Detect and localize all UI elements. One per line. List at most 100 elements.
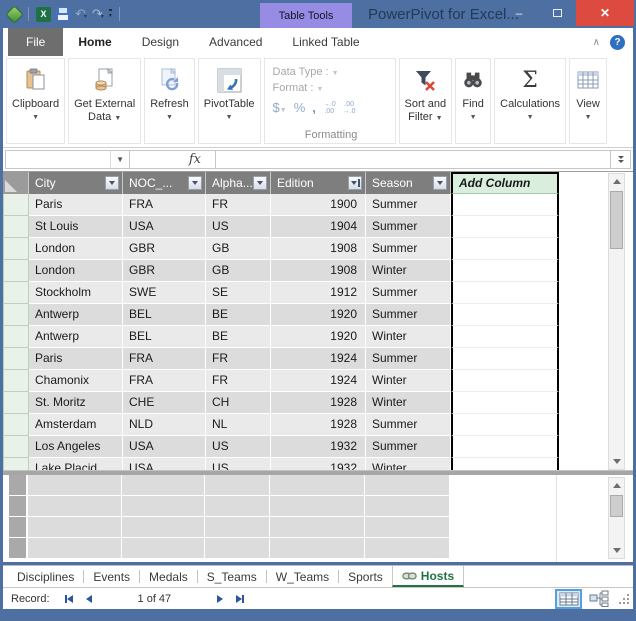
redo-button[interactable]: ↷▾ (92, 7, 104, 21)
get-external-data-button[interactable]: Get External Data ▼ (74, 62, 135, 125)
row-selector[interactable] (3, 436, 29, 458)
cell[interactable]: London (29, 260, 123, 282)
calc-row-header[interactable] (9, 496, 28, 517)
calc-cell[interactable] (365, 538, 450, 559)
column-header-noc[interactable]: NOC_... (123, 172, 206, 194)
calc-cell[interactable] (28, 517, 122, 538)
scroll-up-icon[interactable] (609, 174, 624, 189)
scroll-down-icon[interactable] (609, 543, 624, 558)
cell[interactable]: NLD (123, 414, 206, 436)
cell[interactable]: 1912 (271, 282, 366, 304)
cell[interactable]: Paris (29, 348, 123, 370)
cell[interactable]: FR (206, 348, 271, 370)
scroll-down-icon[interactable] (609, 454, 624, 469)
cell[interactable]: Paris (29, 194, 123, 216)
cell[interactable]: FRA (123, 348, 206, 370)
minimize-button[interactable]: – (500, 0, 538, 26)
cell[interactable]: USA (123, 458, 206, 470)
calc-vertical-scrollbar[interactable] (608, 477, 625, 559)
last-record-button[interactable] (231, 593, 249, 605)
cell[interactable]: CH (206, 392, 271, 414)
cell[interactable]: Lake Placid (29, 458, 123, 470)
sheet-tab-hosts[interactable]: Hosts (391, 566, 465, 587)
calc-cell[interactable] (122, 538, 205, 559)
vertical-scrollbar[interactable] (608, 173, 625, 470)
ribbon-tab-design[interactable]: Design (127, 28, 194, 56)
row-selector[interactable] (3, 370, 29, 392)
view-button[interactable]: View ▼ (575, 62, 601, 124)
filter-dropdown-icon[interactable] (253, 176, 267, 190)
calc-cell[interactable] (205, 475, 270, 496)
cell[interactable]: Summer (366, 216, 451, 238)
undo-button[interactable]: ↶▾ (75, 7, 87, 21)
calc-cell[interactable] (28, 475, 122, 496)
sheet-tab-s_teams[interactable]: S_Teams (198, 566, 266, 587)
excel-icon[interactable]: X (36, 6, 51, 22)
row-selector[interactable] (3, 392, 29, 414)
row-selector[interactable] (3, 458, 29, 470)
row-selector[interactable] (3, 260, 29, 282)
row-selector[interactable] (3, 238, 29, 260)
column-header-alpha[interactable]: Alpha... (206, 172, 271, 194)
chevron-down-icon[interactable]: ▾ (101, 14, 104, 20)
refresh-button[interactable]: Refresh ▼ (150, 62, 189, 124)
calculations-button[interactable]: Σ Calculations ▼ (500, 62, 560, 124)
first-record-button[interactable] (60, 593, 78, 605)
cell[interactable]: Amsterdam (29, 414, 123, 436)
sheet-tab-medals[interactable]: Medals (140, 566, 197, 587)
sheet-tab-sports[interactable]: Sports (339, 566, 392, 587)
calc-row-header[interactable] (9, 538, 28, 559)
column-header-edition[interactable]: Edition (271, 172, 366, 194)
clipboard-button[interactable]: Clipboard ▼ (12, 62, 59, 124)
cell[interactable]: Antwerp (29, 326, 123, 348)
calc-cell[interactable] (205, 538, 270, 559)
cell[interactable]: Summer (366, 414, 451, 436)
calc-cell[interactable] (365, 517, 450, 538)
resize-grip[interactable] (619, 593, 629, 604)
cell[interactable]: USA (123, 436, 206, 458)
select-all-corner[interactable] (3, 172, 29, 194)
cell[interactable]: BEL (123, 304, 206, 326)
cell[interactable]: Antwerp (29, 304, 123, 326)
cell[interactable]: GBR (123, 260, 206, 282)
insert-function-button[interactable]: fx (130, 150, 216, 169)
save-icon[interactable] (56, 7, 70, 21)
cell[interactable]: BE (206, 326, 271, 348)
cell[interactable]: Summer (366, 436, 451, 458)
cell[interactable]: FRA (123, 194, 206, 216)
cell[interactable]: 1932 (271, 436, 366, 458)
cell[interactable]: Winter (366, 392, 451, 414)
add-column-cell[interactable] (451, 436, 559, 458)
row-selector[interactable] (3, 414, 29, 436)
customize-quick-access-icon[interactable]: ▾ (108, 9, 112, 19)
add-column-cell[interactable] (451, 370, 559, 392)
column-header-city[interactable]: City (29, 172, 123, 194)
calc-cell[interactable] (270, 538, 365, 559)
cell[interactable]: GB (206, 238, 271, 260)
add-column-cell[interactable] (451, 304, 559, 326)
ribbon-tab-advanced[interactable]: Advanced (194, 28, 277, 56)
chevron-down-icon[interactable]: ▾ (84, 14, 87, 20)
add-column-cell[interactable] (451, 238, 559, 260)
cell[interactable]: USA (123, 216, 206, 238)
filter-dropdown-icon[interactable] (188, 176, 202, 190)
row-selector[interactable] (3, 194, 29, 216)
cell[interactable]: Summer (366, 238, 451, 260)
row-selector[interactable] (3, 304, 29, 326)
filter-dropdown-icon[interactable] (433, 176, 447, 190)
cell[interactable]: Los Angeles (29, 436, 123, 458)
filter-sort-dropdown-icon[interactable] (348, 176, 362, 190)
scroll-up-icon[interactable] (609, 478, 624, 493)
maximize-button[interactable] (538, 0, 576, 26)
add-column-cell[interactable] (451, 458, 559, 470)
ribbon-tab-home[interactable]: Home (63, 28, 126, 56)
cell[interactable]: St. Moritz (29, 392, 123, 414)
cell[interactable]: SE (206, 282, 271, 304)
cell[interactable]: CHE (123, 392, 206, 414)
cell[interactable]: FR (206, 370, 271, 392)
cell[interactable]: Summer (366, 194, 451, 216)
find-button[interactable]: Find ▼ (461, 62, 485, 124)
cell[interactable]: Winter (366, 260, 451, 282)
cell[interactable]: 1900 (271, 194, 366, 216)
calc-cell[interactable] (365, 496, 450, 517)
